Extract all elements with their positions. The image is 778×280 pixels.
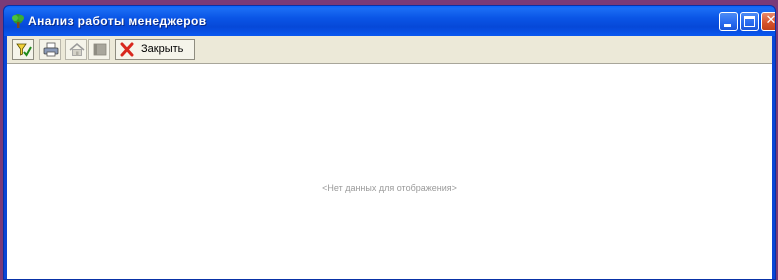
home-button[interactable] <box>65 39 87 60</box>
filter-icon <box>16 43 32 57</box>
minimize-icon <box>724 24 731 27</box>
minimize-button[interactable] <box>719 12 738 31</box>
print-icon <box>43 42 59 57</box>
toolbar: Закрыть <box>7 36 772 64</box>
book-button[interactable] <box>88 39 110 60</box>
app-window: Анализ работы менеджеров ✕ Закрыть <Нет … <box>3 5 776 280</box>
close-button-label: Закрыть <box>141 43 184 55</box>
client-area: Закрыть <Нет данных для отображения> <box>7 36 772 279</box>
book-icon <box>93 43 107 56</box>
title-bar[interactable]: Анализ работы менеджеров ✕ <box>4 6 775 36</box>
window-title: Анализ работы менеджеров <box>28 14 207 28</box>
maximize-icon <box>744 16 755 27</box>
maximize-button[interactable] <box>740 12 759 31</box>
tree-app-icon <box>10 13 26 29</box>
close-button[interactable]: Закрыть <box>115 39 195 60</box>
print-button[interactable] <box>39 39 61 60</box>
home-icon <box>69 43 85 56</box>
close-icon: ✕ <box>765 13 776 28</box>
close-x-icon <box>120 42 134 57</box>
empty-data-message: <Нет данных для отображения> <box>322 183 457 193</box>
filter-button[interactable] <box>12 39 34 60</box>
close-window-button[interactable]: ✕ <box>761 12 776 31</box>
